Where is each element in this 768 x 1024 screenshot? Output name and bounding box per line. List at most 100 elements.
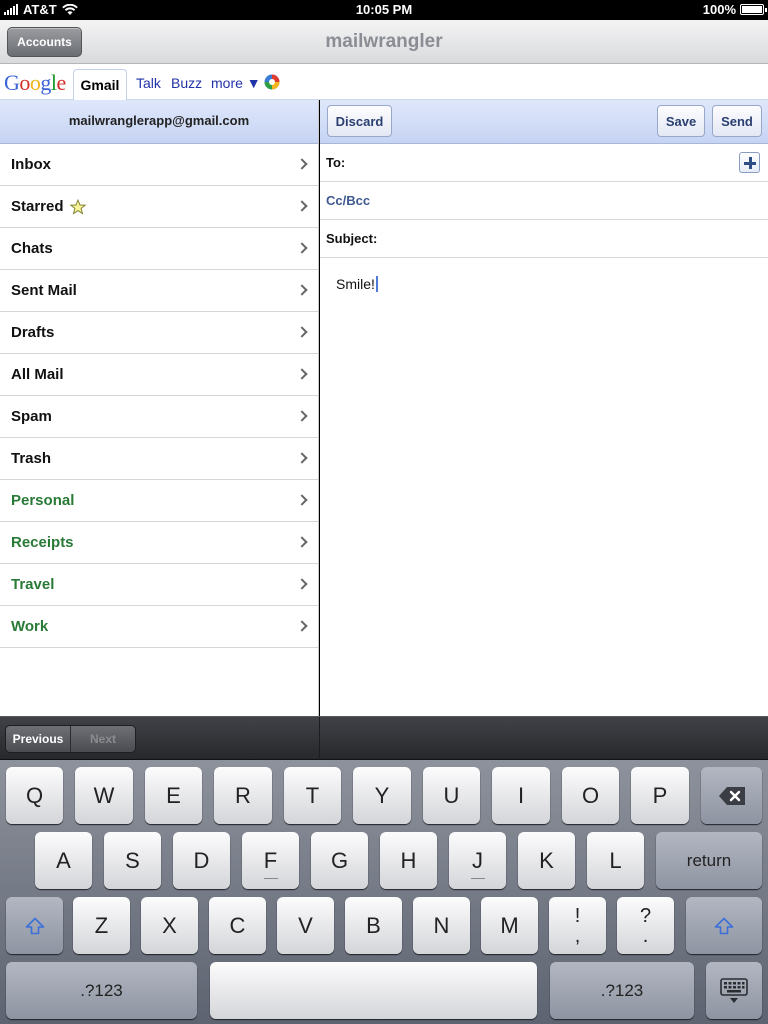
key-b[interactable]: B: [345, 897, 402, 954]
label-name: Work: [11, 618, 49, 635]
hide-keyboard-key[interactable]: [706, 962, 762, 1019]
key-g[interactable]: G: [311, 832, 368, 889]
to-field[interactable]: To:: [320, 144, 768, 182]
key-top-glyph: !: [574, 904, 581, 927]
folder-chats[interactable]: Chats: [0, 228, 318, 270]
key-x[interactable]: X: [141, 897, 198, 954]
key-y[interactable]: Y: [353, 767, 411, 824]
space-key[interactable]: [210, 962, 537, 1019]
nav-link-buzz[interactable]: Buzz: [171, 75, 202, 91]
key-f[interactable]: F: [242, 832, 299, 889]
status-bar: AT&T 10:05 PM 100%: [0, 0, 768, 20]
backspace-key[interactable]: [701, 767, 762, 824]
shift-key-right[interactable]: [686, 897, 762, 954]
folder-label: All Mail: [11, 366, 64, 383]
numbers-key-left[interactable]: .?123: [6, 962, 197, 1019]
key-r[interactable]: R: [214, 767, 272, 824]
subject-label: Subject:: [326, 231, 378, 246]
key-w[interactable]: W: [75, 767, 133, 824]
keyboard: Q W E R T Y U I O P A S D F G H J K L re…: [0, 760, 768, 1024]
folder-trash[interactable]: Trash: [0, 438, 318, 480]
star-icon: [69, 198, 86, 215]
key-f-label: F: [263, 847, 278, 873]
google-logo[interactable]: Google: [4, 70, 66, 96]
key-z[interactable]: Z: [73, 897, 130, 954]
key-bottom-glyph: .: [642, 924, 649, 947]
google-logo-letter: e: [56, 70, 67, 95]
chevron-right-icon: [296, 452, 308, 464]
folder-label: Drafts: [11, 324, 55, 341]
shift-key-left[interactable]: [6, 897, 63, 954]
label-travel[interactable]: Travel: [0, 564, 318, 606]
battery-percent: 100%: [702, 2, 736, 17]
chevron-right-icon: [296, 410, 308, 422]
key-l[interactable]: L: [587, 832, 644, 889]
key-e[interactable]: E: [145, 767, 202, 824]
key-question-period[interactable]: ? .: [617, 897, 674, 954]
key-top-glyph: ?: [639, 904, 652, 927]
label-receipts[interactable]: Receipts: [0, 522, 318, 564]
to-label: To:: [326, 155, 346, 170]
chevron-right-icon: [296, 368, 308, 380]
cc-bcc-label: Cc/Bcc: [326, 193, 371, 208]
folder-sent-mail[interactable]: Sent Mail: [0, 270, 318, 312]
key-exclamation-comma[interactable]: ! ,: [549, 897, 606, 954]
key-a[interactable]: A: [35, 832, 92, 889]
folder-spam[interactable]: Spam: [0, 396, 318, 438]
subject-field[interactable]: Subject:: [320, 220, 768, 258]
folder-inbox[interactable]: Inbox: [0, 144, 318, 186]
add-contact-button[interactable]: [739, 152, 760, 173]
key-m[interactable]: M: [481, 897, 538, 954]
message-text: Smile!: [336, 276, 375, 292]
label-personal[interactable]: Personal: [0, 480, 318, 522]
save-button[interactable]: Save: [657, 105, 705, 137]
label-name: Travel: [11, 576, 55, 593]
app-title: mailwrangler: [325, 31, 443, 52]
shift-icon: [714, 917, 734, 934]
folder-label: Chats: [11, 240, 53, 257]
buzz-globe-icon[interactable]: [264, 74, 280, 90]
key-h[interactable]: H: [380, 832, 437, 889]
google-logo-letter: o: [29, 70, 41, 95]
key-p[interactable]: P: [631, 767, 689, 824]
folder-label: Sent Mail: [11, 282, 77, 299]
key-k[interactable]: K: [518, 832, 575, 889]
chevron-right-icon: [296, 242, 308, 254]
key-c[interactable]: C: [209, 897, 266, 954]
send-button[interactable]: Send: [712, 105, 762, 137]
numbers-key-right[interactable]: .?123: [550, 962, 694, 1019]
folder-label: Starred: [11, 198, 64, 215]
nav-link-more[interactable]: more ▼: [211, 75, 261, 91]
return-key[interactable]: return: [656, 832, 762, 889]
chevron-right-icon: [296, 620, 308, 632]
folder-starred[interactable]: Starred: [0, 186, 318, 228]
compose-pane: Discard Save Send To: Cc/Bcc Subject: Sm…: [320, 100, 768, 716]
key-v[interactable]: V: [277, 897, 334, 954]
folder-all-mail[interactable]: All Mail: [0, 354, 318, 396]
key-u[interactable]: U: [423, 767, 480, 824]
folder-drafts[interactable]: Drafts: [0, 312, 318, 354]
google-logo-letter: g: [40, 70, 51, 95]
message-body[interactable]: Smile!: [336, 276, 378, 292]
discard-button[interactable]: Discard: [327, 105, 392, 137]
chevron-right-icon: [296, 536, 308, 548]
key-j[interactable]: J: [449, 832, 506, 889]
key-o[interactable]: O: [562, 767, 619, 824]
tab-gmail[interactable]: Gmail: [73, 69, 127, 101]
previous-button[interactable]: Previous: [6, 726, 71, 752]
key-q[interactable]: Q: [6, 767, 63, 824]
key-d[interactable]: D: [173, 832, 230, 889]
label-work[interactable]: Work: [0, 606, 318, 648]
text-cursor: [375, 276, 378, 292]
next-button[interactable]: Next: [71, 726, 135, 752]
key-n[interactable]: N: [413, 897, 470, 954]
prev-next-control: Previous Next: [5, 725, 136, 753]
key-s[interactable]: S: [104, 832, 161, 889]
key-t[interactable]: T: [284, 767, 341, 824]
home-row-bump: [263, 878, 278, 879]
cc-bcc-field[interactable]: Cc/Bcc: [320, 182, 768, 220]
chevron-right-icon: [296, 200, 308, 212]
key-i[interactable]: I: [492, 767, 550, 824]
title-bar: Accounts mailwrangler: [0, 20, 768, 64]
nav-link-talk[interactable]: Talk: [136, 75, 161, 91]
